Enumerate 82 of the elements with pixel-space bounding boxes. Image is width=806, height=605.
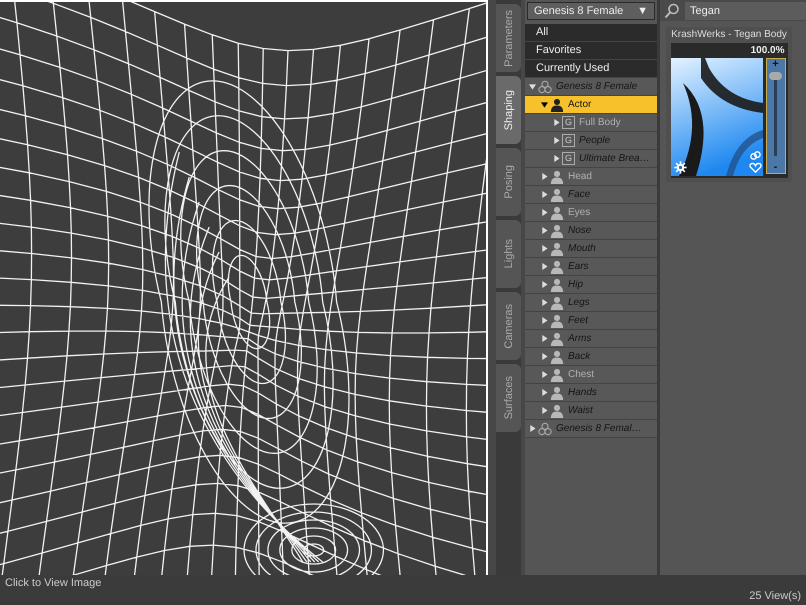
viewport-caption: Click to View Image (5, 577, 102, 591)
person-icon (550, 224, 564, 238)
person-icon (550, 278, 564, 292)
person-icon (550, 188, 564, 202)
figure-icon (538, 80, 552, 94)
tree-item[interactable]: G Full Body (525, 114, 657, 132)
side-tab[interactable]: Shaping (496, 76, 521, 144)
person-icon (550, 404, 564, 418)
side-tab[interactable]: Cameras (496, 292, 521, 360)
tree-item[interactable]: G People (525, 132, 657, 150)
expand-arrow-icon[interactable] (553, 119, 560, 126)
expand-arrow-icon[interactable] (541, 263, 548, 270)
slider-thumb[interactable] (769, 72, 782, 80)
tree-item[interactable]: Genesis 8 Femal… (525, 420, 657, 438)
expand-arrow-icon[interactable] (541, 389, 548, 396)
person-icon (550, 386, 564, 400)
tree-item[interactable]: Chest (525, 366, 657, 384)
expand-arrow-icon[interactable] (541, 371, 548, 378)
person-icon (550, 260, 564, 274)
expand-arrow-icon[interactable] (541, 191, 548, 198)
gear-icon[interactable] (674, 161, 686, 174)
expand-arrow-icon[interactable] (541, 335, 548, 342)
tree-item[interactable]: Face (525, 186, 657, 204)
increase-label[interactable]: + (772, 59, 779, 70)
expand-arrow-icon[interactable] (541, 101, 548, 108)
person-icon (550, 206, 564, 220)
side-tab[interactable]: Posing (496, 148, 521, 216)
tree-item[interactable]: Ears (525, 258, 657, 276)
expand-arrow-icon[interactable] (529, 425, 536, 432)
decrease-label[interactable]: - (774, 162, 778, 173)
tree-item[interactable]: G Ultimate Brea… (525, 150, 657, 168)
tree-item[interactable]: Nose (525, 222, 657, 240)
person-icon (550, 98, 564, 112)
expand-arrow-icon[interactable] (541, 299, 548, 306)
group-badge: G (562, 134, 575, 147)
morph-card[interactable]: KrashWerks - Tegan Body 100.0% + - (666, 27, 792, 182)
person-icon (550, 296, 564, 310)
person-icon (550, 242, 564, 256)
expand-arrow-icon[interactable] (541, 227, 548, 234)
tree-item[interactable]: Mouth (525, 240, 657, 258)
tree-item[interactable]: Hip (525, 276, 657, 294)
expand-arrow-icon[interactable] (529, 83, 536, 90)
side-tab[interactable]: Lights (496, 220, 521, 288)
tree-item[interactable]: Waist (525, 402, 657, 420)
tree-item[interactable]: Legs (525, 294, 657, 312)
person-icon (550, 170, 564, 184)
person-icon (550, 368, 564, 382)
category-item[interactable]: Favorites (525, 42, 657, 60)
morph-title: KrashWerks - Tegan Body (671, 29, 787, 40)
gender-heart-icon (748, 150, 762, 174)
person-icon (550, 332, 564, 346)
expand-arrow-icon[interactable] (541, 209, 548, 216)
side-tab[interactable]: Parameters (496, 4, 521, 72)
expand-arrow-icon[interactable] (541, 281, 548, 288)
tree-item[interactable]: Feet (525, 312, 657, 330)
search-field[interactable]: Tegan (685, 2, 806, 20)
tree-item[interactable]: Head (525, 168, 657, 186)
expand-arrow-icon[interactable] (541, 245, 548, 252)
person-icon (550, 314, 564, 328)
view-count: 25 View(s) (749, 590, 801, 604)
tree-item[interactable]: Genesis 8 Female (525, 78, 657, 96)
expand-arrow-icon[interactable] (541, 173, 548, 180)
expand-arrow-icon[interactable] (541, 407, 548, 414)
person-icon (550, 350, 564, 364)
category-item[interactable]: Currently Used (525, 60, 657, 78)
figure-dropdown[interactable]: Genesis 8 Female ▼ (527, 2, 655, 20)
group-badge: G (562, 152, 575, 165)
expand-arrow-icon[interactable] (553, 137, 560, 144)
figure-icon (538, 422, 552, 436)
tree-item[interactable]: Eyes (525, 204, 657, 222)
tree-item[interactable]: Actor (525, 96, 657, 114)
category-item[interactable]: All (525, 24, 657, 42)
tree-item[interactable]: Hands (525, 384, 657, 402)
tree-item[interactable]: Back (525, 348, 657, 366)
morph-value: 100.0% (750, 44, 786, 58)
expand-arrow-icon[interactable] (541, 353, 548, 360)
search-icon[interactable] (663, 2, 681, 20)
group-badge: G (562, 116, 575, 129)
expand-arrow-icon[interactable] (553, 155, 560, 162)
tree-item[interactable]: Arms (525, 330, 657, 348)
side-tab[interactable]: Surfaces (496, 364, 521, 432)
expand-arrow-icon[interactable] (541, 317, 548, 324)
